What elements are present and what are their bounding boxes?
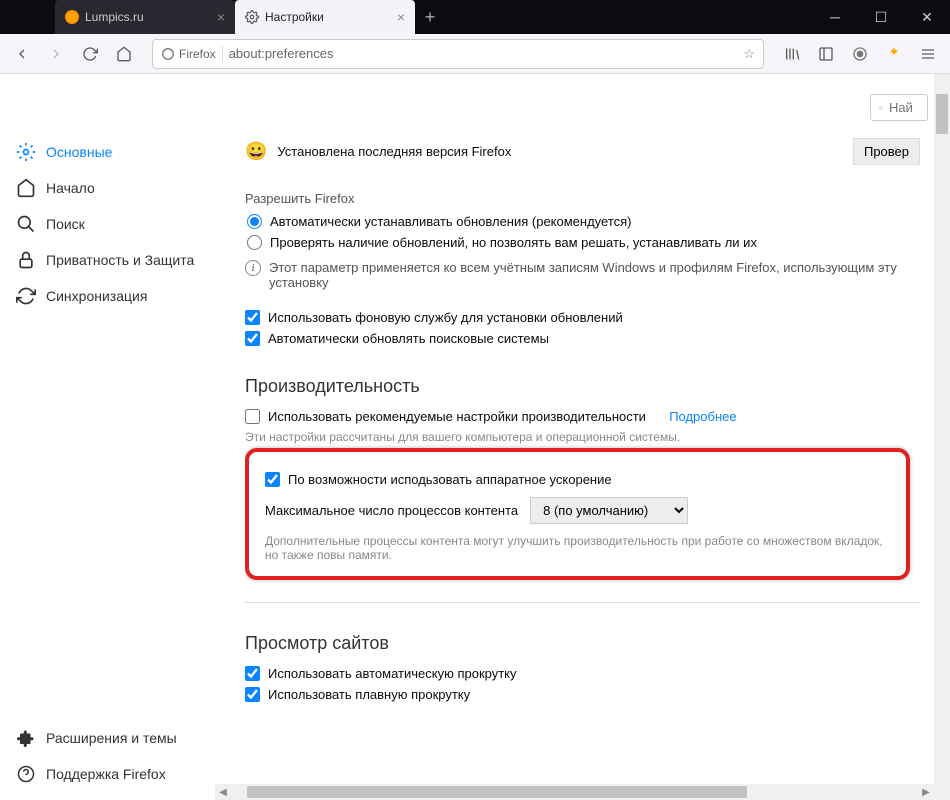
checkbox-label: Использовать плавную прокрутку <box>268 687 470 702</box>
tracking-protection-icon[interactable] <box>844 38 876 70</box>
home-button[interactable] <box>108 38 140 70</box>
radio-auto-install[interactable] <box>247 214 262 229</box>
library-button[interactable] <box>776 38 808 70</box>
perf-help-text: Эти настройки рассчитаны для вашего комп… <box>245 430 950 444</box>
sidebar-item-home[interactable]: Начало <box>8 170 207 206</box>
close-icon[interactable]: × <box>397 9 405 25</box>
sidebar-item-privacy[interactable]: Приватность и Защита <box>8 242 207 278</box>
sidebar-item-label: Приватность и Защита <box>46 252 194 268</box>
checkbox-hw-accel[interactable] <box>265 472 280 487</box>
checkbox-label: По возможности исподьзовать аппаратное у… <box>288 472 612 487</box>
bookmark-star-icon[interactable]: ☆ <box>743 46 755 62</box>
identity-box[interactable]: Firefox <box>161 47 216 61</box>
update-status-label: Установлена последняя версия Firefox <box>277 144 511 159</box>
sidebar-item-label: Расширения и темы <box>46 730 177 746</box>
allow-label: Разрешить Firefox <box>245 191 950 206</box>
url-bar[interactable]: Firefox ☆ <box>152 39 764 69</box>
checkbox-update-engines[interactable] <box>245 331 260 346</box>
sync-icon <box>16 286 36 306</box>
highlighted-region: По возможности исподьзовать аппаратное у… <box>245 448 910 580</box>
extension-icon[interactable] <box>878 38 910 70</box>
gear-favicon-icon <box>245 10 259 24</box>
check-updates-button[interactable]: Провер <box>853 138 920 165</box>
preferences-content: Основные Начало Поиск Приватность и Защи… <box>0 74 950 800</box>
checkbox-label: Использовать автоматическую прокрутку <box>268 666 517 681</box>
sidebar-item-support[interactable]: Поддержка Firefox <box>8 756 207 792</box>
search-icon <box>879 101 883 115</box>
tab-strip: Lumpics.ru × Настройки × + <box>0 0 445 34</box>
divider <box>245 602 920 603</box>
horizontal-scrollbar[interactable]: ◀ ▶ <box>215 784 934 800</box>
nav-toolbar: Firefox ☆ <box>0 34 950 74</box>
home-icon <box>16 178 36 198</box>
tab-settings[interactable]: Настройки × <box>235 0 415 34</box>
smile-emoji-icon: 😀 <box>245 141 267 162</box>
content-process-select[interactable]: 8 (по умолчанию) <box>530 497 688 524</box>
main-pane: 😀 Установлена последняя версия Firefox П… <box>215 74 950 800</box>
sidebar-item-search[interactable]: Поиск <box>8 206 207 242</box>
scroll-left-icon[interactable]: ◀ <box>215 787 231 798</box>
forward-button[interactable] <box>40 38 72 70</box>
app-menu-button[interactable] <box>912 38 944 70</box>
window-controls: ─ ☐ ✕ <box>812 0 950 34</box>
checkbox-use-recommended[interactable] <box>245 409 260 424</box>
radio-label: Проверять наличие обновлений, но позволя… <box>270 235 757 250</box>
checkbox-label: Автоматически обновлять поисковые систем… <box>268 331 549 346</box>
lock-icon <box>16 250 36 270</box>
sidebar-item-label: Синхронизация <box>46 288 147 304</box>
lumpics-favicon-icon <box>65 10 79 24</box>
tab-label: Настройки <box>265 10 324 24</box>
radio-label: Автоматически устанавливать обновления (… <box>270 214 632 229</box>
tab-label: Lumpics.ru <box>85 10 144 24</box>
sidebar-item-sync[interactable]: Синхронизация <box>8 278 207 314</box>
url-input[interactable] <box>229 46 738 61</box>
scroll-right-icon[interactable]: ▶ <box>918 787 934 798</box>
titlebar: Lumpics.ru × Настройки × + ─ ☐ ✕ <box>0 0 950 34</box>
close-window-button[interactable]: ✕ <box>904 0 950 34</box>
checkbox-smoothscroll[interactable] <box>245 687 260 702</box>
reload-button[interactable] <box>74 38 106 70</box>
puzzle-icon <box>16 728 36 748</box>
search-icon <box>16 214 36 234</box>
checkbox-label: Использовать фоновую службу для установк… <box>268 310 623 325</box>
info-icon: i <box>245 260 261 276</box>
radio-check-only[interactable] <box>247 235 262 250</box>
gear-icon <box>16 142 36 162</box>
minimize-button[interactable]: ─ <box>812 0 858 34</box>
maximize-button[interactable]: ☐ <box>858 0 904 34</box>
sidebar-item-general[interactable]: Основные <box>8 134 207 170</box>
sidebar-item-label: Начало <box>46 180 95 196</box>
tab-lumpics[interactable]: Lumpics.ru × <box>55 0 235 34</box>
vertical-scrollbar[interactable] <box>934 74 950 800</box>
identity-label: Firefox <box>179 47 216 61</box>
firefox-identity-icon <box>161 47 175 61</box>
checkbox-autoscroll[interactable] <box>245 666 260 681</box>
checkbox-bg-service[interactable] <box>245 310 260 325</box>
sidebar-item-label: Поддержка Firefox <box>46 766 166 782</box>
categories-sidebar: Основные Начало Поиск Приватность и Защи… <box>0 74 215 800</box>
new-tab-button[interactable]: + <box>415 0 445 34</box>
settings-search[interactable] <box>870 94 928 121</box>
learn-more-link[interactable]: Подробнее <box>669 409 736 424</box>
performance-heading: Производительность <box>245 376 950 397</box>
browsing-heading: Просмотр сайтов <box>245 633 950 654</box>
content-process-label: Максимальное число процессов контента <box>265 503 518 518</box>
sidebar-item-extensions[interactable]: Расширения и темы <box>8 720 207 756</box>
checkbox-label: Использовать рекомендуемые настройки про… <box>268 409 646 424</box>
help-icon <box>16 764 36 784</box>
sidebar-toggle-button[interactable] <box>810 38 842 70</box>
close-icon[interactable]: × <box>217 9 225 25</box>
separator <box>222 46 223 62</box>
back-button[interactable] <box>6 38 38 70</box>
perf-help-text2: Дополнительные процессы контента могут у… <box>265 534 890 562</box>
sidebar-item-label: Поиск <box>46 216 85 232</box>
sidebar-item-label: Основные <box>46 144 112 160</box>
settings-search-input[interactable] <box>889 100 919 115</box>
info-text: Этот параметр применяется ко всем учётны… <box>269 260 926 290</box>
